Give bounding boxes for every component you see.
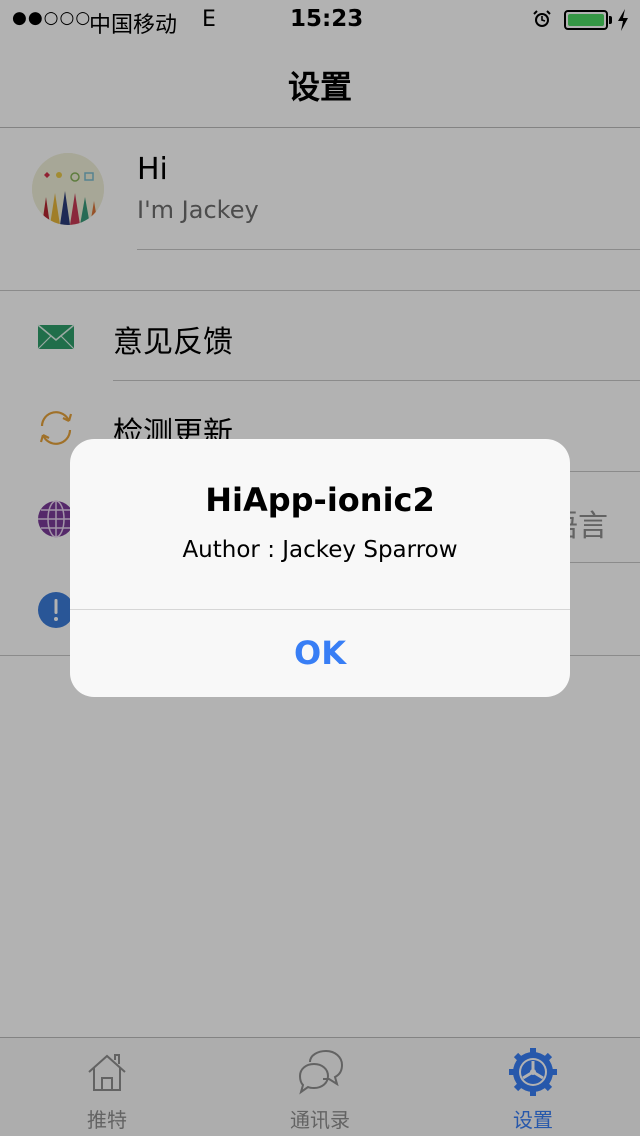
alert-title: HiApp-ionic2 <box>205 481 435 519</box>
screen: ●●○○○ 中国移动 E 15:23 设置 Hi I'm Jackey 意见反馈… <box>0 0 640 1136</box>
alert-message: Author : Jackey Sparrow <box>182 537 458 563</box>
ok-button[interactable]: OK <box>70 610 570 697</box>
alert-dialog: HiApp-ionic2 Author : Jackey Sparrow OK <box>70 439 570 697</box>
